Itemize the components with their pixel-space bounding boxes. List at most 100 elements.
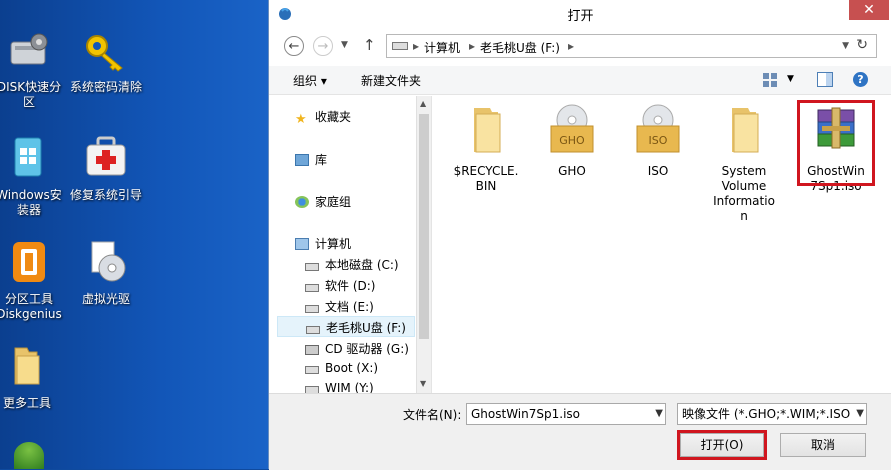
file-name-line: n: [740, 209, 748, 223]
scroll-thumb[interactable]: [419, 114, 429, 339]
scroll-down-icon[interactable]: ▼: [420, 379, 426, 388]
address-bar[interactable]: ▸ 计算机 ▸ 老毛桃U盘 (F:) ▸ ▼ ↻: [386, 34, 877, 58]
file-name-line: GHO: [558, 164, 586, 178]
nav-scrollbar[interactable]: ▲ ▼: [416, 96, 431, 393]
back-arrow-icon: ←: [288, 39, 300, 54]
iso-badge: ISO: [649, 134, 668, 147]
nav-favorites[interactable]: ★ 收藏夹: [295, 108, 352, 127]
up-arrow-icon[interactable]: ↑: [363, 36, 376, 54]
desktop-icon-label: Windows安 装器: [0, 188, 62, 217]
drive-icon: [305, 263, 319, 271]
desktop-icon-more-tools[interactable]: 更多工具: [0, 344, 64, 411]
close-button[interactable]: ✕: [849, 0, 889, 20]
cancel-button[interactable]: 取消: [780, 433, 866, 457]
title-bar: 打开 ✕: [269, 0, 891, 27]
folder-icon: [732, 108, 759, 153]
desktop-icon-label: 分区工具 Diskgenius: [0, 292, 62, 321]
scroll-up-icon[interactable]: ▲: [420, 99, 426, 108]
address-row: ← → ▼ ↑ ▸ 计算机 ▸ 老毛桃U盘 (F:) ▸ ▼ ↻: [269, 32, 891, 60]
desktop-icon-label: 修复系统引导: [69, 188, 142, 202]
nav-libraries[interactable]: 库: [295, 151, 327, 168]
library-icon: [295, 154, 309, 166]
iso-folder-icon: ISO: [636, 104, 680, 153]
file-name-line: BIN: [475, 179, 497, 193]
folder-icon: [474, 108, 501, 153]
dialog-title: 打开: [567, 9, 594, 24]
homegroup-icon: [295, 196, 309, 208]
nav-drive-x[interactable]: Boot (X:): [305, 361, 378, 375]
file-item-iso[interactable]: ISO ISO: [622, 104, 694, 179]
drive-icon: [305, 305, 319, 313]
recent-dropdown-icon[interactable]: ▼: [341, 40, 348, 50]
filename-value: GhostWin7Sp1.iso: [471, 407, 580, 421]
highlight-box-open: [677, 430, 767, 460]
virtual-drive-icon: [91, 241, 126, 282]
file-name-line: $RECYCLE.: [453, 164, 519, 178]
desktop-icon-password[interactable]: 系统密码清除: [66, 32, 146, 95]
desktop-icon-label: DISK快速分区: [0, 80, 62, 109]
nav-label: 软件 (D:): [325, 279, 376, 293]
filetype-dropdown-icon[interactable]: ▼: [854, 404, 864, 424]
nav-drive-d[interactable]: 软件 (D:): [305, 277, 375, 294]
computer-icon: [295, 238, 309, 250]
file-item-recycle-bin[interactable]: $RECYCLE. BIN: [450, 104, 522, 194]
view-dropdown-icon[interactable]: ▼: [787, 74, 794, 84]
breadcrumb-sep-icon: ▸: [568, 39, 575, 53]
nav-label: WIM (Y:): [325, 381, 374, 393]
view-options-icon[interactable]: [763, 73, 777, 87]
back-button[interactable]: ←: [284, 36, 304, 56]
nav-label: 库: [315, 153, 328, 167]
breadcrumb-sep-icon: ▸: [413, 39, 420, 53]
nav-homegroup[interactable]: 家庭组: [295, 193, 351, 210]
file-item-gho[interactable]: GHO GHO: [536, 104, 608, 179]
drive-icon: [392, 42, 408, 50]
highlight-box-file: [797, 100, 875, 186]
forward-button[interactable]: →: [313, 36, 333, 56]
refresh-icon[interactable]: ↻: [856, 37, 868, 53]
organize-menu[interactable]: 组织 ▾: [293, 72, 327, 89]
drive-icon: [306, 326, 320, 334]
filename-label: 文件名(N):: [403, 408, 462, 422]
file-name-line: ISO: [647, 164, 669, 178]
desktop-icon-windows-installer[interactable]: Windows安 装器: [0, 136, 64, 218]
cd-drive-icon: [305, 345, 319, 355]
nav-drive-c[interactable]: 本地磁盘 (C:): [305, 256, 399, 273]
new-folder-button[interactable]: 新建文件夹: [361, 72, 421, 89]
nav-drive-f[interactable]: 老毛桃U盘 (F:): [277, 316, 415, 337]
nav-label: 收藏夹: [315, 110, 352, 124]
nav-label: Boot (X:): [325, 361, 379, 375]
preview-pane-icon[interactable]: [817, 72, 833, 87]
filename-dropdown-icon[interactable]: ▼: [655, 404, 663, 424]
nav-label: 本地磁盘 (C:): [325, 258, 399, 272]
key-icon: [86, 35, 123, 72]
nav-drive-y[interactable]: WIM (Y:): [305, 381, 374, 393]
dialog-footer: 文件名(N): GhostWin7Sp1.iso ▼ 映像文件 (*.GHO;*…: [269, 393, 891, 470]
nav-label: 家庭组: [315, 195, 352, 209]
desktop-icon-disk[interactable]: DISK快速分区: [0, 32, 64, 110]
help-icon[interactable]: ?: [853, 72, 868, 87]
desktop-icon-label: 虚拟光驱: [81, 292, 130, 306]
desktop-icon-virtual-drive[interactable]: 虚拟光驱: [66, 240, 146, 307]
breadcrumb-computer[interactable]: 计算机: [424, 39, 460, 56]
filetype-select[interactable]: 映像文件 (*.GHO;*.WIM;*.ISO ▼: [677, 403, 867, 425]
command-bar: 组织 ▾ 新建文件夹 ▼ ?: [269, 66, 891, 95]
file-item-system-volume-information[interactable]: System Volume Informatio n: [708, 104, 780, 224]
address-dropdown-icon[interactable]: ▼: [842, 41, 849, 51]
drive-icon: [305, 366, 319, 374]
star-icon: ★: [295, 112, 307, 127]
gho-folder-icon: GHO: [550, 104, 594, 153]
desktop-icon-diskgenius[interactable]: 分区工具 Diskgenius: [0, 240, 66, 322]
file-list: $RECYCLE. BIN GHO GHO ISO ISO System Vol…: [431, 96, 891, 393]
plant-icon[interactable]: [14, 442, 44, 469]
nav-label: 计算机: [315, 237, 352, 251]
folder-icon: [14, 347, 40, 385]
breadcrumb-drive-f[interactable]: 老毛桃U盘 (F:): [480, 39, 560, 56]
desktop-icon-repair-boot[interactable]: 修复系统引导: [66, 136, 146, 203]
navigation-pane: ★ 收藏夹 库 家庭组 计算机 本地磁盘 (C:) 软件 (D:) 文档 (E:)…: [269, 96, 431, 393]
nav-drive-g[interactable]: CD 驱动器 (G:): [305, 340, 409, 357]
nav-computer[interactable]: 计算机: [295, 235, 351, 252]
filename-input[interactable]: GhostWin7Sp1.iso ▼: [466, 403, 666, 425]
desktop-icon-label: 更多工具: [2, 396, 51, 410]
nav-label: 文档 (E:): [325, 300, 374, 314]
nav-drive-e[interactable]: 文档 (E:): [305, 298, 374, 315]
